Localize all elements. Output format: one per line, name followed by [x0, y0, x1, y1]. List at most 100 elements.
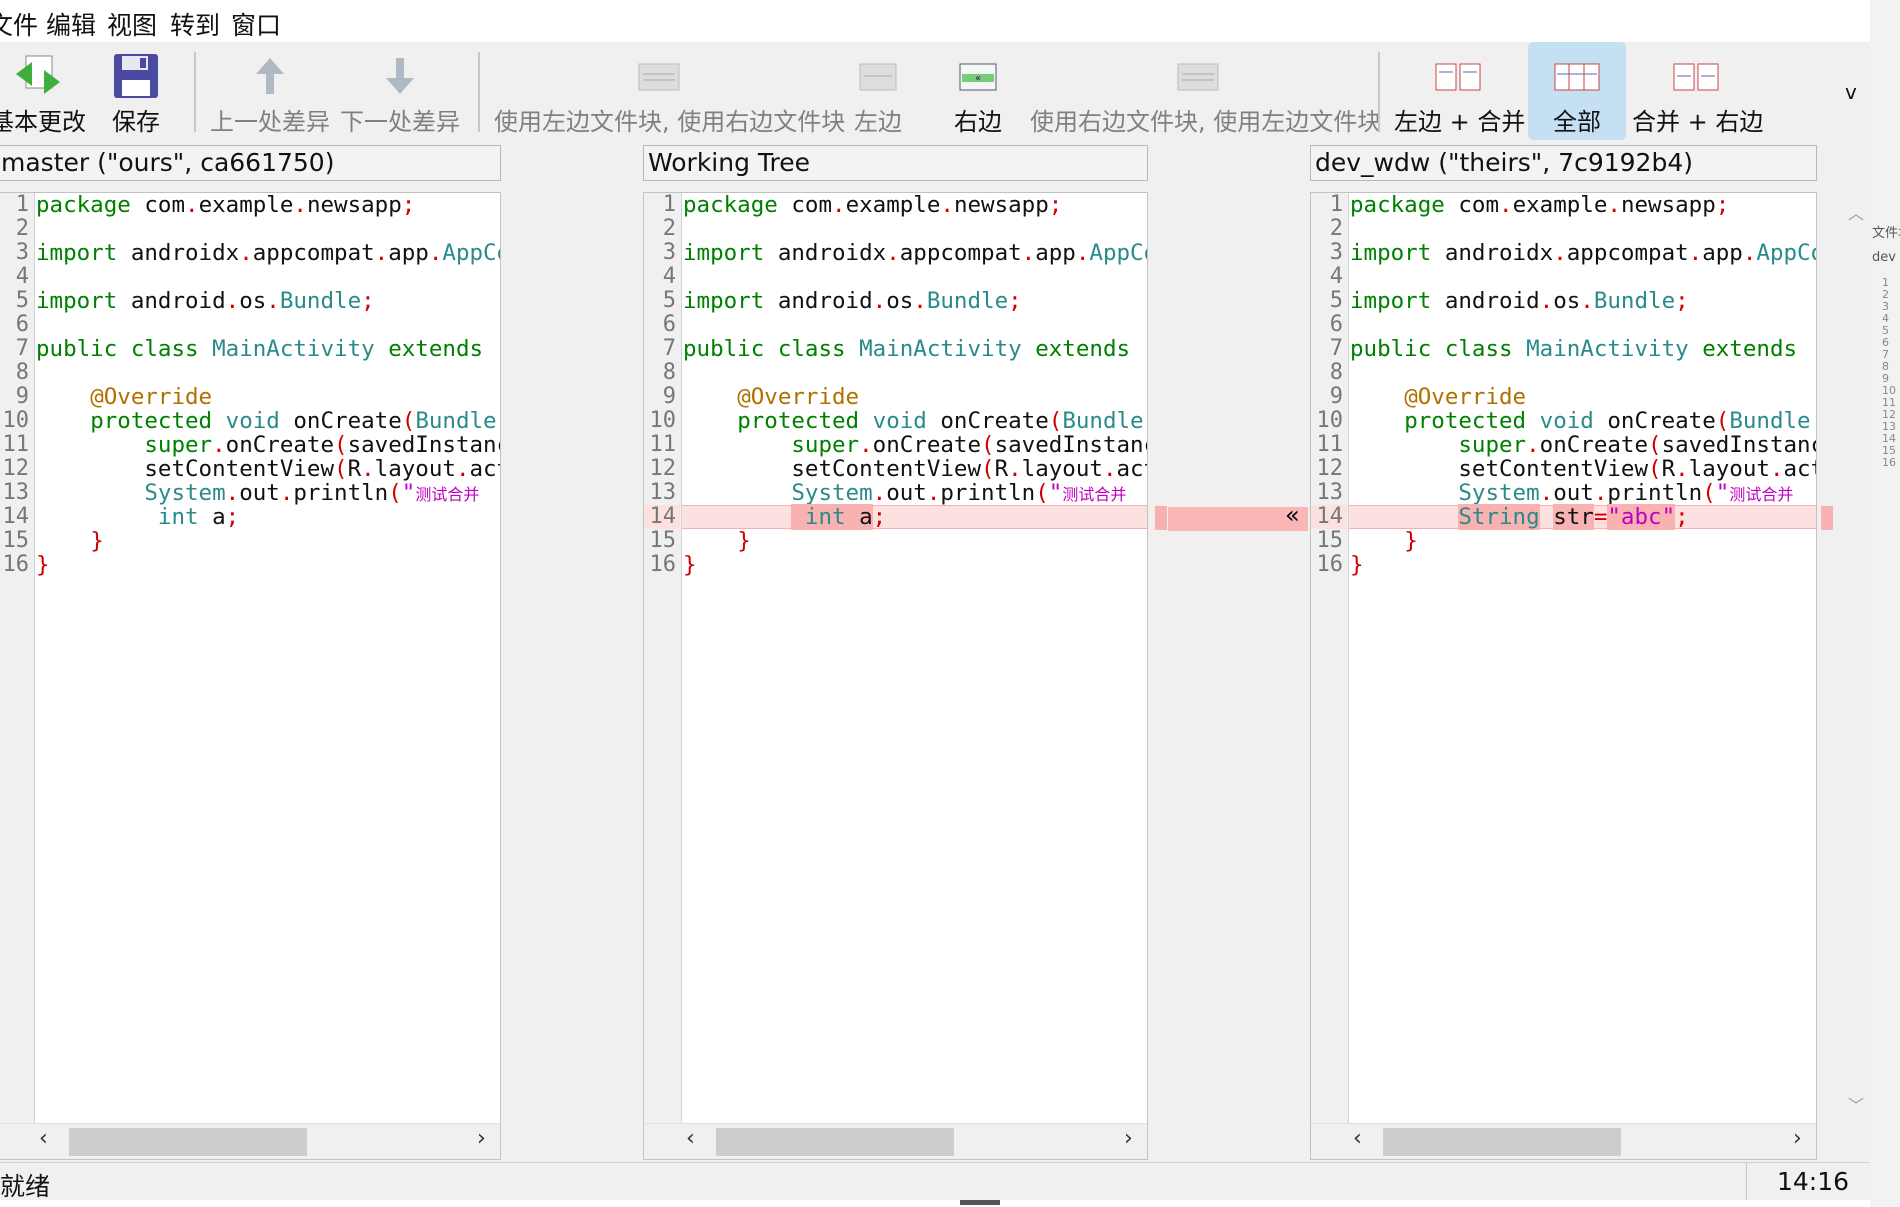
- line-number: 5: [1329, 288, 1343, 313]
- save-button[interactable]: 保存: [100, 42, 172, 140]
- view-left-merge-button[interactable]: 左边 + 合并: [1394, 42, 1525, 140]
- scroll-left-arrow[interactable]: ‹: [1353, 1126, 1362, 1151]
- scroll-right-arrow[interactable]: ›: [1124, 1126, 1133, 1151]
- ribbon-expand-chevron[interactable]: v: [1845, 80, 1857, 104]
- menu-goto[interactable]: 转到: [170, 6, 220, 42]
- scroll-right-arrow[interactable]: ›: [477, 1126, 486, 1151]
- line-number: 11: [649, 432, 677, 457]
- use-right-icon: «: [959, 63, 997, 91]
- next-diff-button[interactable]: 下一处差异: [340, 42, 460, 140]
- line-number: 10: [649, 408, 677, 433]
- toolbar-separator: [194, 52, 196, 132]
- floppy-save-icon: [114, 54, 158, 98]
- horizontal-scrollbar[interactable]: ‹ ›: [0, 1123, 500, 1159]
- menu-bar: 文件 编辑 视图 转到 窗口: [0, 0, 1870, 42]
- code-line: import androidx.appcompat.app.AppCompatA…: [36, 240, 500, 266]
- status-time: 14:16: [1746, 1163, 1870, 1200]
- scrollbar-thumb[interactable]: [1383, 1128, 1621, 1156]
- line-number: 8: [662, 360, 676, 385]
- background-label: 文件块: [1872, 226, 1900, 241]
- line-number: 13: [649, 480, 677, 505]
- code-line: super.onCreate(savedInstanceState: [144, 432, 500, 458]
- changed-code-line: int a;: [683, 504, 886, 530]
- scroll-left-arrow[interactable]: ‹: [39, 1126, 48, 1151]
- horizontal-scrollbar[interactable]: ‹ ›: [644, 1123, 1147, 1159]
- code-line: public class MainActivity extends: [683, 336, 1131, 362]
- line-number: 7: [662, 336, 676, 361]
- code-line: System.out.println("测试合并: [1458, 480, 1794, 506]
- code-line: protected void onCreate(Bundle: [90, 408, 497, 434]
- menu-view[interactable]: 视图: [107, 6, 157, 42]
- line-number: 12: [649, 456, 677, 481]
- prev-diff-button[interactable]: 上一处差异: [210, 42, 330, 140]
- scroll-left-arrow[interactable]: ‹: [686, 1126, 695, 1151]
- menu-edit[interactable]: 编辑: [46, 6, 96, 42]
- use-right-then-left-button[interactable]: 使用右边文件块, 使用左边文件块: [1030, 42, 1381, 140]
- code-area[interactable]: package com.example.newsapp; import andr…: [1349, 193, 1816, 1159]
- scroll-down-arrow[interactable]: ﹀: [1848, 1092, 1864, 1116]
- code-line: setContentView(R.layout.activity_main: [791, 456, 1147, 482]
- background-label: dev: [1872, 250, 1896, 265]
- ours-pane-title: master ("ours", ca661750): [0, 145, 501, 181]
- arrow-down-icon: [386, 58, 414, 94]
- code-area[interactable]: package com.example.newsapp; import andr…: [682, 193, 1147, 1159]
- theirs-pane-title: dev_wdw ("theirs", 7c9192b4): [1310, 145, 1817, 181]
- ours-editor[interactable]: 1 2 3 4 5 6 7 8 9 10 11 12 13 14 15 16 p…: [0, 192, 501, 1160]
- line-number: 15: [1316, 528, 1344, 553]
- use-right-button[interactable]: « 右边: [938, 42, 1018, 140]
- line-number: 10: [2, 408, 30, 433]
- use-left-button[interactable]: 左边: [838, 42, 918, 140]
- diff-location-marker: [1821, 506, 1833, 530]
- scroll-right-arrow[interactable]: ›: [1793, 1126, 1802, 1151]
- status-text: 就绪: [0, 1172, 51, 1200]
- scroll-up-arrow[interactable]: ︿: [1848, 200, 1864, 224]
- line-number: 15: [649, 528, 677, 553]
- menu-file[interactable]: 文件: [0, 6, 38, 42]
- taskbar-indicator: [960, 1200, 1000, 1205]
- code-line: public class MainActivity extends: [1350, 336, 1798, 362]
- desktop-edge: [0, 1200, 1870, 1207]
- code-line: super.onCreate(savedInstanceState: [791, 432, 1147, 458]
- background-window-strip: 文件块 dev 1 2 3 4 5 6 7 8 9 10 11 12 13 14…: [1870, 0, 1900, 1207]
- two-pane-layout-icon: [1673, 63, 1719, 91]
- horizontal-scrollbar[interactable]: ‹ ›: [1311, 1123, 1816, 1159]
- changed-code-line: String str="abc";: [1458, 504, 1689, 530]
- view-all-button[interactable]: 全部: [1528, 42, 1626, 140]
- vertical-scrollbar[interactable]: ︿ ﹀: [1840, 192, 1870, 1132]
- basic-changes-button[interactable]: 基本更改: [0, 42, 86, 140]
- code-line: }: [1404, 528, 1418, 554]
- line-number: 4: [15, 264, 29, 289]
- working-tree-editor[interactable]: 1 2 3 4 5 6 7 8 9 10 11 12 13 14 15 16 p…: [643, 192, 1148, 1160]
- use-right-block-arrow[interactable]: «: [1285, 501, 1300, 529]
- line-number: 6: [15, 312, 29, 337]
- code-area[interactable]: package com.example.newsapp; import andr…: [35, 193, 500, 1159]
- scrollbar-thumb[interactable]: [716, 1128, 954, 1156]
- use-left-icon: [859, 63, 897, 91]
- line-number: 16: [1316, 552, 1344, 577]
- menu-window[interactable]: 窗口: [231, 6, 281, 42]
- code-line: @Override: [737, 384, 860, 410]
- code-line: System.out.println("测试合并: [144, 480, 480, 506]
- use-blocks-icon: [638, 63, 680, 91]
- scrollbar-thumb[interactable]: [69, 1128, 307, 1156]
- line-number: 4: [662, 264, 676, 289]
- code-line: }: [90, 528, 104, 554]
- theirs-editor[interactable]: 1 2 3 4 5 6 7 8 9 10 11 12 13 14 15 16 p…: [1310, 192, 1817, 1160]
- view-merge-right-button[interactable]: 合并 + 右边: [1632, 42, 1763, 140]
- line-number: 5: [662, 288, 676, 313]
- use-left-then-right-button[interactable]: 使用左边文件块, 使用右边文件块: [494, 42, 845, 140]
- line-number: 5: [15, 288, 29, 313]
- two-pane-layout-icon: [1435, 63, 1481, 91]
- line-number-gutter: 1 2 3 4 5 6 7 8 9 10 11 12 13 14 15 16: [1311, 193, 1349, 1159]
- working-tree-pane-title: Working Tree: [643, 145, 1148, 181]
- code-line: package com.example.newsapp;: [683, 193, 1063, 218]
- line-number: 16: [2, 552, 30, 577]
- line-number: 3: [662, 240, 676, 265]
- code-line: import androidx.appcompat.app.AppCompatA…: [1350, 240, 1816, 266]
- line-number: 11: [1316, 432, 1344, 457]
- line-number: 3: [15, 240, 29, 265]
- toolbar-separator: [478, 52, 480, 132]
- line-number: 16: [649, 552, 677, 577]
- line-number: 13: [1316, 480, 1344, 505]
- arrow-up-icon: [256, 58, 284, 94]
